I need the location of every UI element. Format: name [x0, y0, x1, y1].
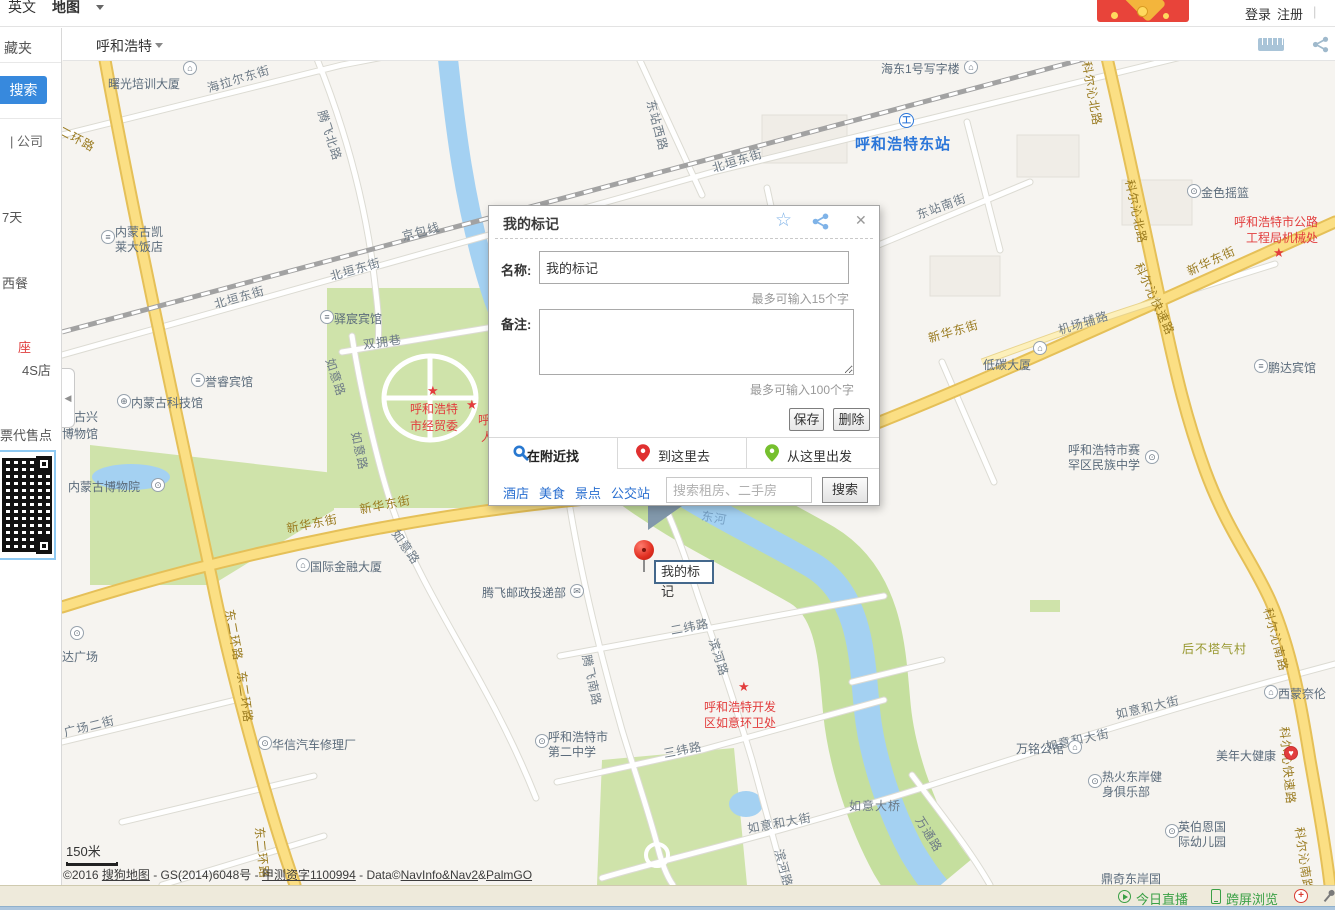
copyright-text: ©2016: [63, 868, 102, 882]
favorite-star-icon[interactable]: ☆: [775, 209, 792, 232]
sidebar-collapse-button[interactable]: ◀: [62, 368, 75, 428]
name-input[interactable]: [539, 251, 849, 284]
link-attractions[interactable]: 景点: [575, 483, 601, 502]
map-scale: 150米: [66, 841, 118, 866]
sidebar-item-company[interactable]: | 公司: [10, 131, 43, 150]
copyright-text: - GS(2014)6048号 -: [150, 868, 262, 882]
pushpin-icon[interactable]: [1319, 886, 1335, 906]
popup-pointer: [648, 506, 682, 530]
qr-eye: [36, 456, 52, 472]
close-icon[interactable]: ✕: [855, 212, 867, 229]
tab-depart-from-here[interactable]: 从这里出发: [746, 438, 879, 469]
divider: [0, 62, 62, 63]
name-field-label: 名称:: [501, 260, 531, 279]
register-link[interactable]: 注册: [1277, 4, 1303, 23]
note-hint: 最多可输入100个字: [489, 381, 854, 398]
green-pin-icon: [765, 444, 779, 462]
note-textarea[interactable]: [539, 309, 854, 375]
login-link[interactable]: 登录: [1245, 4, 1271, 23]
copyright-link[interactable]: NavInfo&Nav2: [401, 868, 478, 882]
sidebar-item-ticket-office[interactable]: 票代售点: [0, 425, 52, 444]
copyright-text: &: [478, 868, 486, 882]
qr-code: [0, 450, 56, 560]
pin-needle: [1324, 894, 1331, 902]
chevron-down-icon: [155, 43, 163, 48]
coin-icon: [1163, 13, 1169, 19]
copyright-text: - Data©: [356, 868, 401, 882]
bottom-edge-strip: [0, 906, 1335, 910]
dialog-title: 我的标记: [503, 214, 559, 234]
note-field-label: 备注:: [501, 314, 531, 333]
measure-ruler-icon[interactable]: [1258, 38, 1284, 51]
tab-search-nearby[interactable]: 在附近找: [489, 438, 617, 469]
copyright-link[interactable]: 甲测资字1100994: [262, 868, 356, 882]
favorites-label[interactable]: 藏夹: [4, 38, 32, 58]
qr-eye: [36, 538, 52, 554]
left-sidebar: 藏夹 搜索 | 公司 7天 西餐 座 4S店 票代售点: [0, 28, 62, 885]
browser-plugin-icon[interactable]: +: [1294, 889, 1308, 903]
tab-go-here[interactable]: 到这里去: [617, 438, 746, 469]
share-icon[interactable]: [811, 213, 831, 235]
tab-label: 到这里去: [658, 446, 710, 465]
dialog-tabs: 在附近找 到这里去 从这里出发: [489, 437, 879, 468]
save-button[interactable]: 保存: [789, 408, 824, 431]
status-bar: 今日直播 跨屏浏览 +: [0, 885, 1335, 906]
map-copyright: ©2016 搜狗地图 - GS(2014)6048号 - 甲测资字1100994…: [63, 866, 532, 883]
divider: [0, 118, 62, 119]
tab-label: 在附近找: [527, 446, 579, 465]
name-hint: 最多可输入15个字: [489, 290, 849, 307]
coin-icon: [1111, 12, 1118, 19]
menu-english[interactable]: 英文: [8, 0, 36, 17]
sidebar-item-4s-store[interactable]: 4S店: [22, 360, 51, 379]
delete-button[interactable]: 删除: [833, 408, 870, 431]
menu-map[interactable]: 地图: [52, 0, 80, 17]
red-pin-icon: [636, 444, 650, 462]
sidebar-item-zuo[interactable]: 座: [18, 337, 31, 356]
marker-tooltip: 我的标记: [654, 560, 714, 584]
coin-icon: [1137, 6, 1148, 17]
sidebar-item-7days[interactable]: 7天: [2, 207, 22, 226]
link-food[interactable]: 美食: [539, 483, 565, 502]
scale-text: 150米: [66, 841, 118, 860]
search-submit-button[interactable]: 搜索: [822, 477, 868, 503]
sidebar-item-western-food[interactable]: 西餐: [2, 273, 28, 292]
link-hotel[interactable]: 酒店: [503, 483, 529, 502]
play-icon[interactable]: [1118, 890, 1131, 903]
copyright-link[interactable]: PalmGO: [486, 868, 532, 882]
city-selector[interactable]: 呼和浩特: [96, 36, 152, 56]
search-button[interactable]: 搜索: [0, 76, 47, 104]
link-bus-stop[interactable]: 公交站: [611, 483, 650, 502]
tab-label: 从这里出发: [787, 446, 852, 465]
phone-icon[interactable]: [1211, 889, 1221, 904]
map-toolbar: 呼和浩特: [63, 28, 1335, 61]
copyright-link[interactable]: 搜狗地图: [102, 868, 150, 882]
housing-search-input[interactable]: [666, 477, 812, 503]
map-marker-pin[interactable]: [634, 540, 656, 576]
top-header: 英文 地图 登录 注册 |: [0, 0, 1335, 27]
marker-dot: [642, 548, 646, 552]
share-icon[interactable]: [1311, 36, 1331, 58]
my-marker-dialog: 我的标记 ☆ ✕ 名称: 最多可输入15个字 备注: 最多可输入100个字 保存…: [488, 205, 880, 506]
chevron-down-icon: [96, 5, 104, 10]
divider: [495, 238, 873, 239]
header-divider: |: [1313, 4, 1316, 19]
red-packet-promo[interactable]: [1097, 0, 1189, 22]
